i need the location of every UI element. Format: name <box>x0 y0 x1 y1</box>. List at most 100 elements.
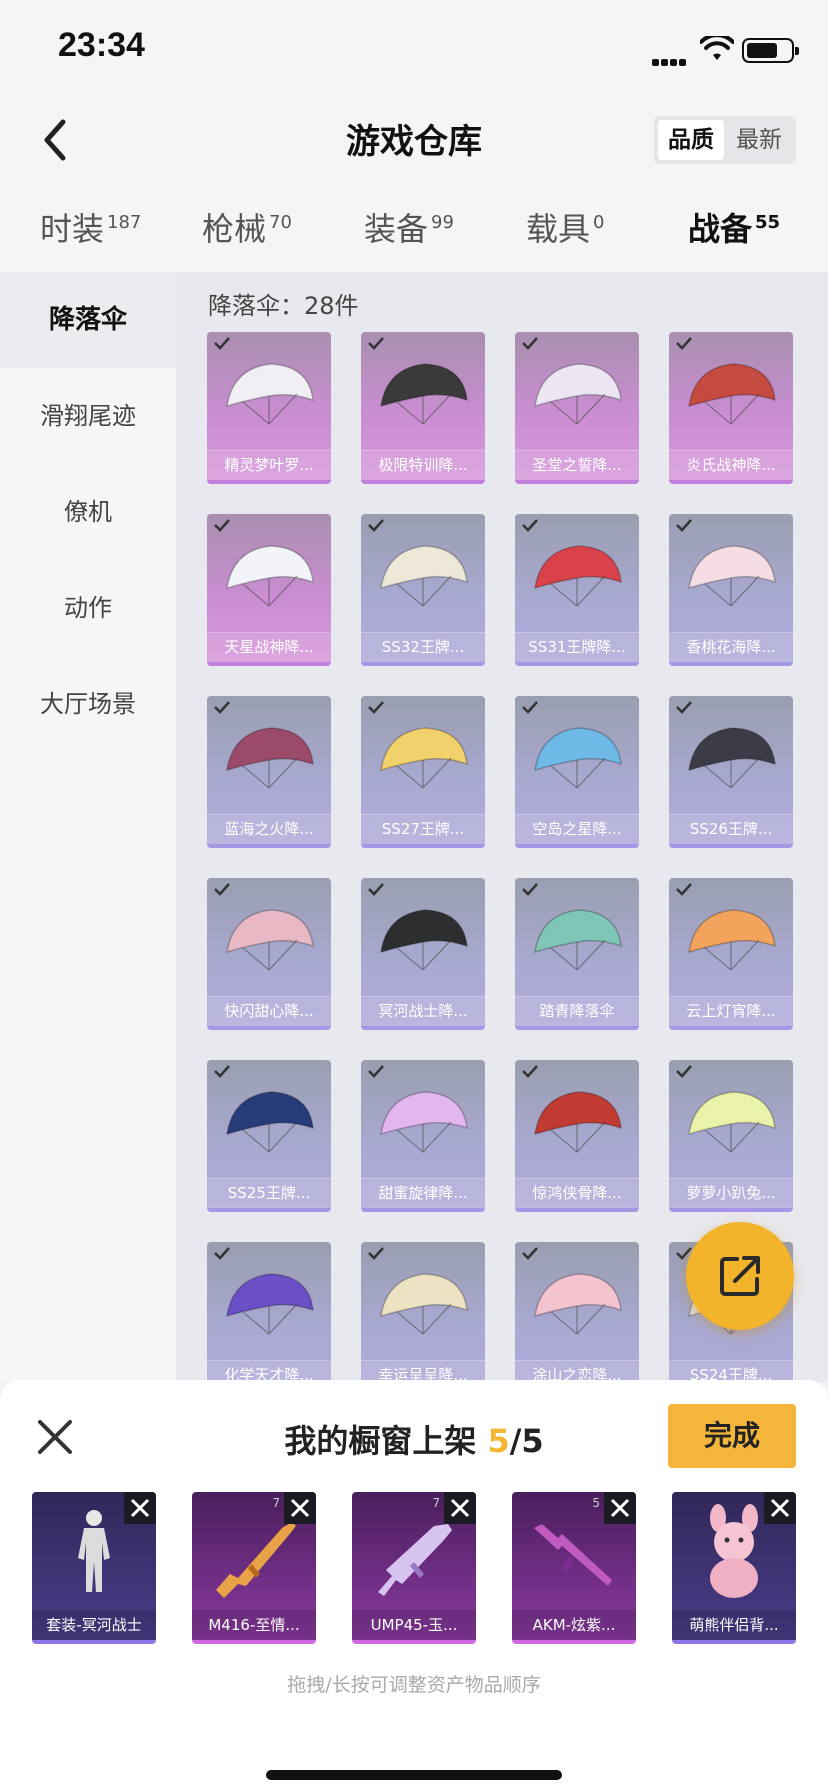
parachute-card[interactable]: SS32王牌... <box>361 514 485 666</box>
check-icon <box>676 337 692 350</box>
parachute-canopy-icon <box>380 1273 468 1335</box>
parachute-name: 极限特训降... <box>361 450 485 480</box>
showcase-count-separator: / <box>509 1422 522 1460</box>
tab-label: 战备 <box>688 210 753 248</box>
tab-battle-gear[interactable]: 战备 55 <box>688 204 780 288</box>
parachute-name: 香桃花海降... <box>669 632 793 662</box>
parachute-card[interactable]: 圣堂之誓降... <box>515 332 639 484</box>
tab-count: 99 <box>431 212 454 233</box>
check-icon <box>676 519 692 532</box>
parachute-name: 空岛之星降... <box>515 814 639 844</box>
close-icon <box>770 1498 790 1518</box>
showcase-item[interactable]: 7 UMP45-玉... <box>352 1492 476 1644</box>
parachute-card[interactable]: 香桃花海降... <box>669 514 793 666</box>
parachute-name: SS32王牌... <box>361 632 485 662</box>
parachute-card[interactable]: 蓝海之火降... <box>207 696 331 848</box>
parachute-canopy-icon <box>534 363 622 425</box>
status-time: 23:34 <box>58 26 145 64</box>
parachute-name: 炎氏战神降... <box>669 450 793 480</box>
parachute-name: 萝萝小趴兔... <box>669 1178 793 1208</box>
parachute-card[interactable]: SS31王牌降... <box>515 514 639 666</box>
tab-label: 载具 <box>526 210 591 248</box>
done-button[interactable]: 完成 <box>668 1404 796 1468</box>
tab-outfits[interactable]: 时装 187 <box>40 204 141 250</box>
share-button[interactable] <box>686 1222 794 1330</box>
close-icon <box>610 1498 630 1518</box>
sidebar-item-lobby-scene[interactable]: 大厅场景 <box>0 656 176 752</box>
parachute-canopy-icon <box>380 727 468 789</box>
parachute-canopy-icon <box>226 545 314 607</box>
parachute-canopy-icon <box>688 1091 776 1153</box>
item-level: 7 <box>272 1496 280 1510</box>
showcase-item-label: 套装-冥河战士 <box>32 1610 156 1640</box>
parachute-card[interactable]: 萝萝小趴兔... <box>669 1060 793 1212</box>
check-icon <box>522 337 538 350</box>
parachute-card[interactable]: 快闪甜心降... <box>207 878 331 1030</box>
parachute-card[interactable]: 炎氏战神降... <box>669 332 793 484</box>
parachute-card[interactable]: 化学天才降... <box>207 1242 331 1382</box>
sort-option-quality[interactable]: 品质 <box>658 120 724 160</box>
parachute-name: SS26王牌... <box>669 814 793 844</box>
sidebar-item-wingman[interactable]: 僚机 <box>0 464 176 560</box>
tab-count: 187 <box>107 212 142 233</box>
sidebar-item-parachute[interactable]: 降落伞 <box>0 272 176 368</box>
tab-label: 枪械 <box>202 210 267 248</box>
check-icon <box>214 519 230 532</box>
item-level: 5 <box>592 1496 600 1510</box>
sidebar-item-glide-trail[interactable]: 滑翔尾迹 <box>0 368 176 464</box>
showcase-item-label: 萌熊伴侣背... <box>672 1610 796 1640</box>
parachute-name: SS27王牌... <box>361 814 485 844</box>
sort-toggle: 品质 最新 <box>654 116 796 164</box>
showcase-title-text: 我的橱窗上架 <box>284 1422 477 1460</box>
parachute-card[interactable]: 甜蜜旋律降... <box>361 1060 485 1212</box>
sort-option-latest[interactable]: 最新 <box>726 120 792 160</box>
remove-item-button[interactable] <box>124 1492 156 1524</box>
parachute-card[interactable]: SS27王牌... <box>361 696 485 848</box>
remove-item-button[interactable] <box>444 1492 476 1524</box>
check-icon <box>214 701 230 714</box>
check-icon <box>368 519 384 532</box>
check-icon <box>676 701 692 714</box>
showcase-item[interactable]: 5 AKM-炫紫... <box>512 1492 636 1644</box>
parachute-name: 圣堂之誓降... <box>515 450 639 480</box>
item-count-label: 降落伞：28件 <box>208 292 359 320</box>
showcase-item[interactable]: 7 M416-至情... <box>192 1492 316 1644</box>
tab-equipment[interactable]: 装备 99 <box>364 204 454 250</box>
showcase-item[interactable]: 萌熊伴侣背... <box>672 1492 796 1644</box>
parachute-card[interactable]: 云上灯宵降... <box>669 878 793 1030</box>
header: 游戏仓库 品质 最新 <box>0 100 828 180</box>
battery-icon <box>742 38 799 63</box>
parachute-card[interactable]: 极限特训降... <box>361 332 485 484</box>
parachute-card[interactable]: 惊鸿侠骨降... <box>515 1060 639 1212</box>
parachute-canopy-icon <box>226 363 314 425</box>
check-icon <box>676 1065 692 1078</box>
parachute-card[interactable]: 空岛之星降... <box>515 696 639 848</box>
item-grid: 降落伞：28件 精灵梦叶罗... 极限特训降... 圣堂之誓降... 炎氏战神降...… <box>176 272 828 1382</box>
parachute-card[interactable]: 踏青降落伞 <box>515 878 639 1030</box>
remove-item-button[interactable] <box>284 1492 316 1524</box>
parachute-canopy-icon <box>226 1273 314 1335</box>
check-icon <box>214 1065 230 1078</box>
sidebar-item-emote[interactable]: 动作 <box>0 560 176 656</box>
check-icon <box>368 883 384 896</box>
parachute-card[interactable]: 冥河战士降... <box>361 878 485 1030</box>
parachute-card[interactable]: 幸运呈呈降... <box>361 1242 485 1382</box>
cellular-signal-icon <box>652 46 688 66</box>
parachute-card[interactable]: 涂山之恋降... <box>515 1242 639 1382</box>
parachute-name: SS24王牌... <box>669 1360 793 1382</box>
parachute-name: 化学天才降... <box>207 1360 331 1382</box>
parachute-card[interactable]: 天星战神降... <box>207 514 331 666</box>
parachute-card[interactable]: SS26王牌... <box>669 696 793 848</box>
parachute-card[interactable]: SS25王牌... <box>207 1060 331 1212</box>
parachute-name: 精灵梦叶罗... <box>207 450 331 480</box>
remove-item-button[interactable] <box>764 1492 796 1524</box>
tab-guns[interactable]: 枪械 70 <box>202 204 292 250</box>
check-icon <box>214 1247 230 1260</box>
showcase-item[interactable]: 套装-冥河战士 <box>32 1492 156 1644</box>
remove-item-button[interactable] <box>604 1492 636 1524</box>
parachute-name: 冥河战士降... <box>361 996 485 1026</box>
parachute-card[interactable]: 精灵梦叶罗... <box>207 332 331 484</box>
home-indicator[interactable] <box>266 1770 562 1780</box>
showcase-current-count: 5 <box>487 1422 510 1460</box>
tab-vehicles[interactable]: 载具 0 <box>526 204 604 250</box>
